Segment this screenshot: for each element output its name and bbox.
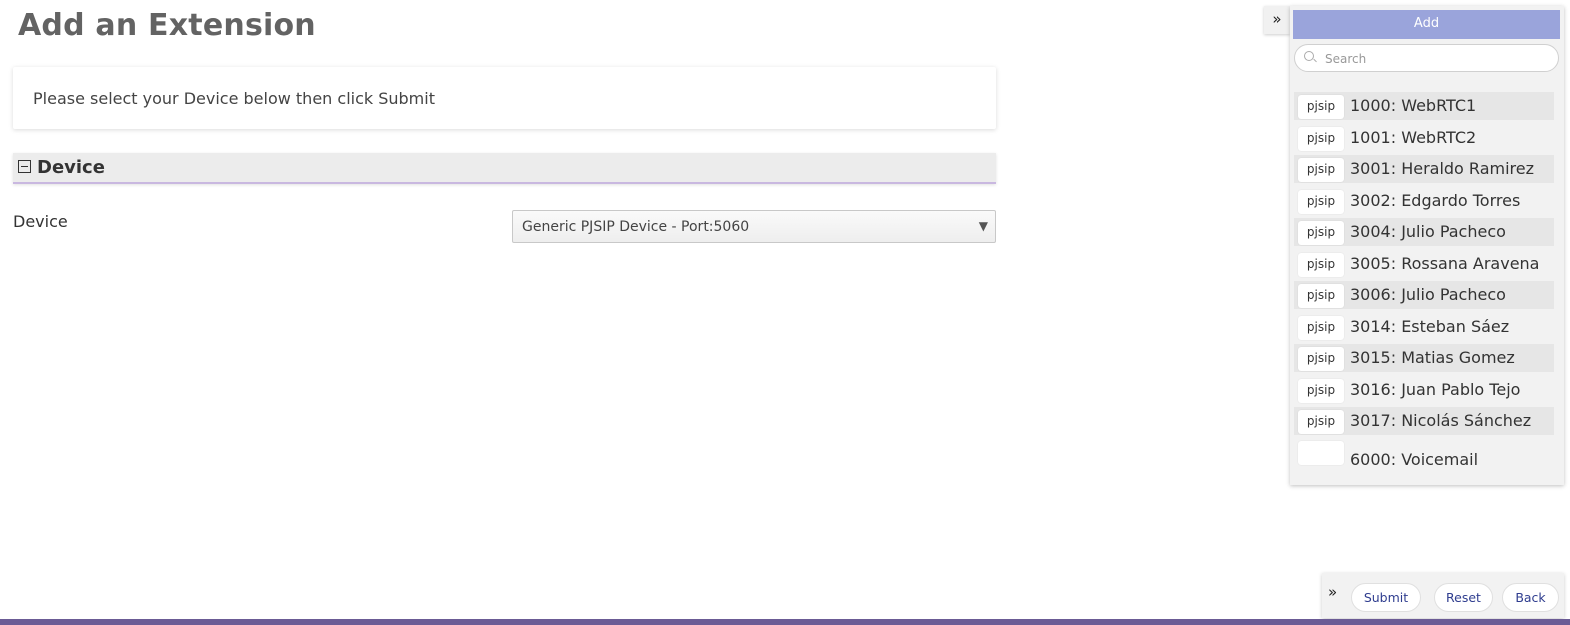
- section-title: Device: [37, 157, 105, 178]
- tech-badge: pjsip: [1298, 126, 1344, 151]
- search-icon: [1304, 51, 1314, 61]
- list-item[interactable]: pjsip 1000: WebRTC1: [1290, 91, 1564, 123]
- search-box[interactable]: [1294, 44, 1559, 72]
- list-item[interactable]: pjsip 3006: Julio Pacheco: [1290, 280, 1564, 312]
- extension-list: pjsip 1000: WebRTC1 pjsip 1001: WebRTC2 pjsi…: [1290, 91, 1564, 478]
- list-item[interactable]: pjsip 3014: Esteban Sáez: [1290, 312, 1564, 344]
- tech-badge: pjsip: [1298, 315, 1344, 340]
- back-button[interactable]: Back: [1502, 583, 1559, 612]
- extension-name: 3014: Esteban Sáez: [1350, 316, 1510, 336]
- page-title: Add an Extension: [18, 8, 316, 43]
- device-select-value: Generic PJSIP Device - Port:5060: [522, 219, 750, 235]
- tech-badge: pjsip: [1298, 221, 1344, 245]
- action-bar: » Submit Reset Back: [1322, 573, 1564, 618]
- extension-name: 3015: Matias Gomez: [1350, 348, 1515, 367]
- extension-name: 1001: WebRTC2: [1350, 127, 1477, 147]
- tech-badge: pjsip: [1298, 189, 1344, 214]
- list-item[interactable]: pjsip 3016: Juan Pablo Tejo: [1290, 375, 1564, 407]
- submit-button[interactable]: Submit: [1351, 583, 1421, 612]
- extension-name: 3001: Heraldo Ramirez: [1350, 159, 1534, 178]
- footer-bar: [0, 619, 1570, 625]
- add-button[interactable]: Add: [1293, 10, 1560, 39]
- device-section-header[interactable]: Device: [13, 153, 996, 184]
- list-item[interactable]: 6000: Voicemail: [1290, 438, 1564, 478]
- tech-badge: pjsip: [1298, 410, 1344, 434]
- sidebar-collapse-button[interactable]: »: [1264, 6, 1290, 34]
- tech-badge: pjsip: [1298, 252, 1344, 277]
- extension-name: 6000: Voicemail: [1350, 449, 1479, 469]
- extension-name: 3005: Rossana Aravena: [1350, 253, 1540, 273]
- extension-name: 3002: Edgardo Torres: [1350, 190, 1521, 210]
- info-box: Please select your Device below then cli…: [13, 67, 996, 129]
- tech-badge: pjsip: [1298, 347, 1344, 371]
- list-item[interactable]: pjsip 3017: Nicolás Sánchez: [1290, 406, 1564, 438]
- collapse-icon[interactable]: [18, 160, 31, 173]
- list-item[interactable]: pjsip 3015: Matias Gomez: [1290, 343, 1564, 375]
- dropdown-arrow-icon: ▼: [978, 219, 988, 233]
- extension-name: 3017: Nicolás Sánchez: [1350, 411, 1532, 430]
- list-item[interactable]: pjsip 3002: Edgardo Torres: [1290, 186, 1564, 218]
- list-item[interactable]: pjsip 1001: WebRTC2: [1290, 123, 1564, 155]
- list-item[interactable]: pjsip 3005: Rossana Aravena: [1290, 249, 1564, 281]
- extension-sidebar: Add pjsip 1000: WebRTC1 pjsip 1001: WebRTC2…: [1290, 6, 1564, 485]
- info-text: Please select your Device below then cli…: [33, 89, 435, 108]
- list-item[interactable]: pjsip 3004: Julio Pacheco: [1290, 217, 1564, 249]
- tech-badge: pjsip: [1298, 158, 1344, 182]
- device-label: Device: [13, 212, 68, 231]
- tech-badge: [1298, 440, 1344, 465]
- device-select[interactable]: Generic PJSIP Device - Port:5060 ▼: [512, 210, 996, 243]
- tech-badge: pjsip: [1298, 284, 1344, 308]
- extension-name: 1000: WebRTC1: [1350, 96, 1477, 115]
- reset-button[interactable]: Reset: [1434, 583, 1493, 612]
- tech-badge: pjsip: [1298, 378, 1344, 403]
- list-item[interactable]: pjsip 3001: Heraldo Ramirez: [1290, 154, 1564, 186]
- extension-name: 3016: Juan Pablo Tejo: [1350, 379, 1521, 399]
- extension-name: 3004: Julio Pacheco: [1350, 222, 1506, 241]
- action-bar-toggle-button[interactable]: »: [1328, 583, 1337, 601]
- extension-name: 3006: Julio Pacheco: [1350, 285, 1506, 304]
- tech-badge: pjsip: [1298, 95, 1344, 119]
- search-input[interactable]: [1323, 50, 1552, 68]
